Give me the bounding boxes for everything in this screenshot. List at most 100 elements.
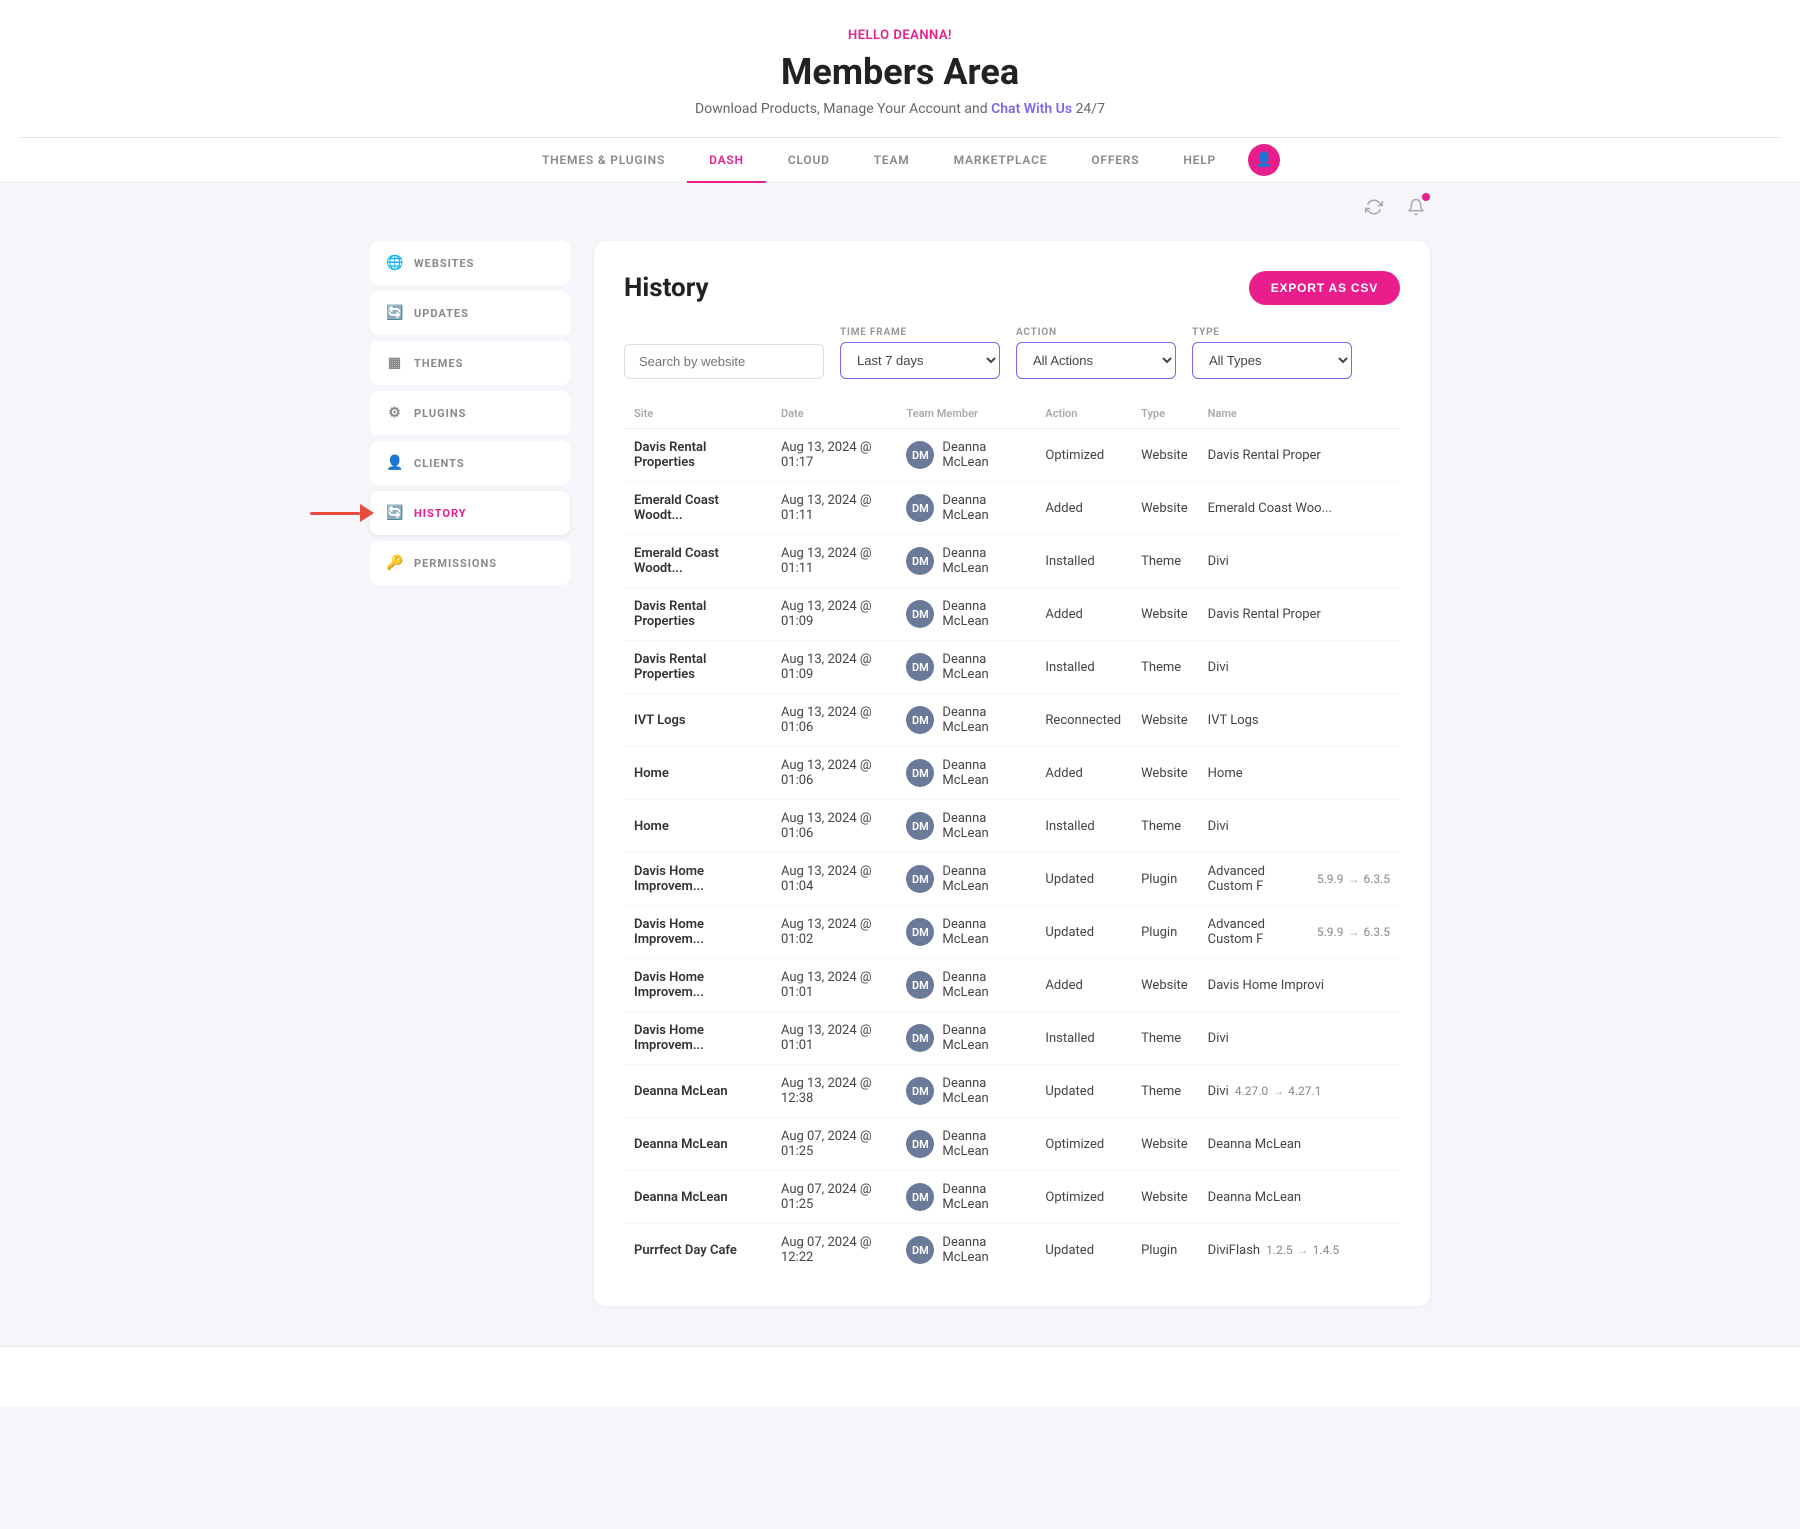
sidebar-item-themes[interactable]: ▦ THEMES (370, 341, 570, 385)
cell-action: Installed (1035, 535, 1131, 588)
sidebar-label-history: HISTORY (414, 507, 467, 520)
content-wrapper: 🌐 WEBSITES 🔄 UPDATES ▦ THEMES ⚙ PLUGINS … (350, 221, 1450, 1326)
cell-name: Davis Rental Proper (1198, 429, 1400, 482)
team-member-name: Deanna McLean (942, 1023, 1025, 1053)
time-frame-label: TIME FRAME (840, 327, 1000, 338)
table-row: Deanna McLeanAug 13, 2024 @ 12:38 DM Dea… (624, 1065, 1400, 1118)
sidebar-item-clients[interactable]: 👤 CLIENTS (370, 441, 570, 485)
cell-team-member: DM Deanna McLean (896, 1118, 1035, 1171)
cell-type: Theme (1131, 800, 1198, 853)
sidebar-item-history[interactable]: 🔄 HISTORY (370, 491, 570, 535)
nav-offers[interactable]: OFFERS (1069, 139, 1161, 183)
team-member-avatar: DM (906, 600, 934, 628)
page-footer (0, 1346, 1800, 1407)
search-input[interactable] (624, 344, 824, 379)
user-avatar[interactable]: 👤 (1248, 144, 1280, 176)
export-csv-button[interactable]: EXPORT AS CSV (1249, 271, 1400, 305)
team-member-name: Deanna McLean (942, 864, 1025, 894)
cell-name: Davis Home Improvi (1198, 959, 1400, 1012)
nav-themes-plugins[interactable]: THEMES & PLUGINS (520, 139, 687, 183)
cell-site: Davis Rental Properties (624, 588, 771, 641)
cell-team-member: DM Deanna McLean (896, 429, 1035, 482)
table-row: Davis Rental PropertiesAug 13, 2024 @ 01… (624, 641, 1400, 694)
cell-team-member: DM Deanna McLean (896, 694, 1035, 747)
cell-action: Added (1035, 959, 1131, 1012)
cell-name: DiviFlash 1.2.5 → 1.4.5 (1198, 1224, 1400, 1277)
cell-type: Plugin (1131, 1224, 1198, 1277)
time-frame-group: TIME FRAME Last 7 days Last 30 days Last… (840, 327, 1000, 379)
notification-icon[interactable] (1402, 193, 1430, 221)
version-from: 5.9.9 (1317, 925, 1344, 939)
cell-site: Davis Rental Properties (624, 429, 771, 482)
table-row: Emerald Coast Woodt...Aug 13, 2024 @ 01:… (624, 482, 1400, 535)
cell-team-member: DM Deanna McLean (896, 747, 1035, 800)
action-label: ACTION (1016, 327, 1176, 338)
cell-site: Emerald Coast Woodt... (624, 482, 771, 535)
team-member-avatar: DM (906, 971, 934, 999)
plugins-icon: ⚙ (386, 405, 404, 421)
cell-name: IVT Logs (1198, 694, 1400, 747)
cell-team-member: DM Deanna McLean (896, 641, 1035, 694)
nav-cloud[interactable]: CLOUD (766, 139, 852, 183)
subtitle-suffix: 24/7 (1076, 101, 1105, 117)
cell-site: Davis Rental Properties (624, 641, 771, 694)
cell-team-member: DM Deanna McLean (896, 588, 1035, 641)
cell-type: Website (1131, 429, 1198, 482)
cell-date: Aug 13, 2024 @ 01:09 (771, 588, 896, 641)
notification-dot (1422, 193, 1430, 201)
col-site: Site (624, 399, 771, 429)
sidebar-item-permissions[interactable]: 🔑 PERMISSIONS (370, 541, 570, 585)
chat-link[interactable]: Chat With Us (991, 101, 1072, 117)
sidebar-item-plugins[interactable]: ⚙ PLUGINS (370, 391, 570, 435)
table-row: Home Aug 13, 2024 @ 01:06 DM Deanna McLea… (624, 747, 1400, 800)
cell-date: Aug 13, 2024 @ 01:04 (771, 853, 896, 906)
team-member-avatar: DM (906, 1183, 934, 1211)
action-select[interactable]: All Actions Optimized Added Installed Up… (1016, 342, 1176, 379)
cell-type: Website (1131, 1118, 1198, 1171)
search-group (624, 344, 824, 379)
team-member-avatar: DM (906, 1130, 934, 1158)
cell-date: Aug 07, 2024 @ 01:25 (771, 1171, 896, 1224)
team-member-name: Deanna McLean (942, 970, 1025, 1000)
permissions-icon: 🔑 (386, 555, 404, 571)
cell-team-member: DM Deanna McLean (896, 959, 1035, 1012)
refresh-icon[interactable] (1360, 193, 1388, 221)
cell-team-member: DM Deanna McLean (896, 1171, 1035, 1224)
sidebar-item-websites[interactable]: 🌐 WEBSITES (370, 241, 570, 285)
version-to: 4.27.1 (1288, 1084, 1321, 1098)
cell-type: Website (1131, 747, 1198, 800)
team-member-name: Deanna McLean (942, 546, 1025, 576)
main-nav: THEMES & PLUGINS DASH CLOUD TEAM MARKETP… (20, 137, 1780, 182)
site-name-text: Davis Home Improvem... (634, 917, 704, 947)
cell-name: Deanna McLean (1198, 1171, 1400, 1224)
cell-type: Theme (1131, 641, 1198, 694)
nav-help[interactable]: HELP (1161, 139, 1238, 183)
site-name-text: Davis Rental Properties (634, 440, 706, 470)
type-select[interactable]: All Types Website Theme Plugin (1192, 342, 1352, 379)
version-from: 4.27.0 (1235, 1084, 1268, 1098)
arrow-separator: → (1272, 1084, 1284, 1098)
table-row: Deanna McLean Aug 07, 2024 @ 01:25 DM Dea… (624, 1171, 1400, 1224)
site-name-text: IVT Logs (634, 713, 686, 728)
nav-marketplace[interactable]: MARKETPLACE (932, 139, 1070, 183)
nav-dash[interactable]: DASH (687, 139, 766, 183)
sidebar-item-updates[interactable]: 🔄 UPDATES (370, 291, 570, 335)
history-table: Site Date Team Member Action Type Name D… (624, 399, 1400, 1276)
col-date: Date (771, 399, 896, 429)
site-name-text: Home (634, 766, 669, 781)
time-frame-select[interactable]: Last 7 days Last 30 days Last 90 days (840, 342, 1000, 379)
toolbar-row (350, 193, 1450, 221)
site-name-text: Davis Home Improvem... (634, 970, 704, 1000)
sidebar-history-wrapper: 🔄 HISTORY (370, 491, 570, 535)
cell-type: Theme (1131, 1065, 1198, 1118)
col-name: Name (1198, 399, 1400, 429)
cell-date: Aug 13, 2024 @ 01:06 (771, 747, 896, 800)
nav-team[interactable]: TEAM (852, 139, 932, 183)
cell-name: Emerald Coast Woo... (1198, 482, 1400, 535)
table-row: Davis Rental PropertiesAug 13, 2024 @ 01… (624, 588, 1400, 641)
site-name-text: Emerald Coast Woodt... (634, 546, 719, 576)
active-arrow-indicator (310, 504, 374, 522)
arrow-separator: → (1347, 872, 1359, 886)
table-row: Purrfect Day CafeAug 07, 2024 @ 12:22 DM… (624, 1224, 1400, 1277)
team-member-name: Deanna McLean (942, 1182, 1025, 1212)
